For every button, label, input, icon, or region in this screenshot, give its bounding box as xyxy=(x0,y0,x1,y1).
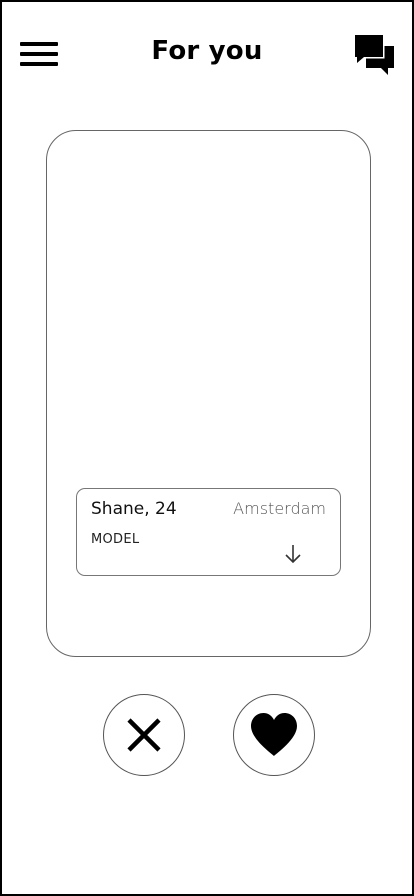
page-title: For you xyxy=(151,36,263,66)
profile-card[interactable]: Shane, 24 Amsterdam MODEL xyxy=(46,130,371,657)
app-frame: For you Shane, 24 Amsterdam MODEL xyxy=(0,0,414,896)
profile-name-age: Shane, 24 xyxy=(91,499,177,519)
profile-occupation: MODEL xyxy=(91,532,140,547)
arrow-down-glyph xyxy=(285,545,301,564)
header: For you xyxy=(2,2,412,102)
chat-bubbles-glyph xyxy=(353,33,394,75)
like-button[interactable] xyxy=(233,694,315,776)
profile-location: Amsterdam xyxy=(233,499,326,518)
heart-icon xyxy=(251,713,297,756)
close-icon xyxy=(127,718,161,752)
profile-info-box[interactable]: Shane, 24 Amsterdam MODEL xyxy=(76,488,341,576)
chat-bubbles-icon[interactable] xyxy=(352,32,398,78)
dislike-button[interactable] xyxy=(103,694,185,776)
arrow-down-icon[interactable] xyxy=(283,543,303,565)
